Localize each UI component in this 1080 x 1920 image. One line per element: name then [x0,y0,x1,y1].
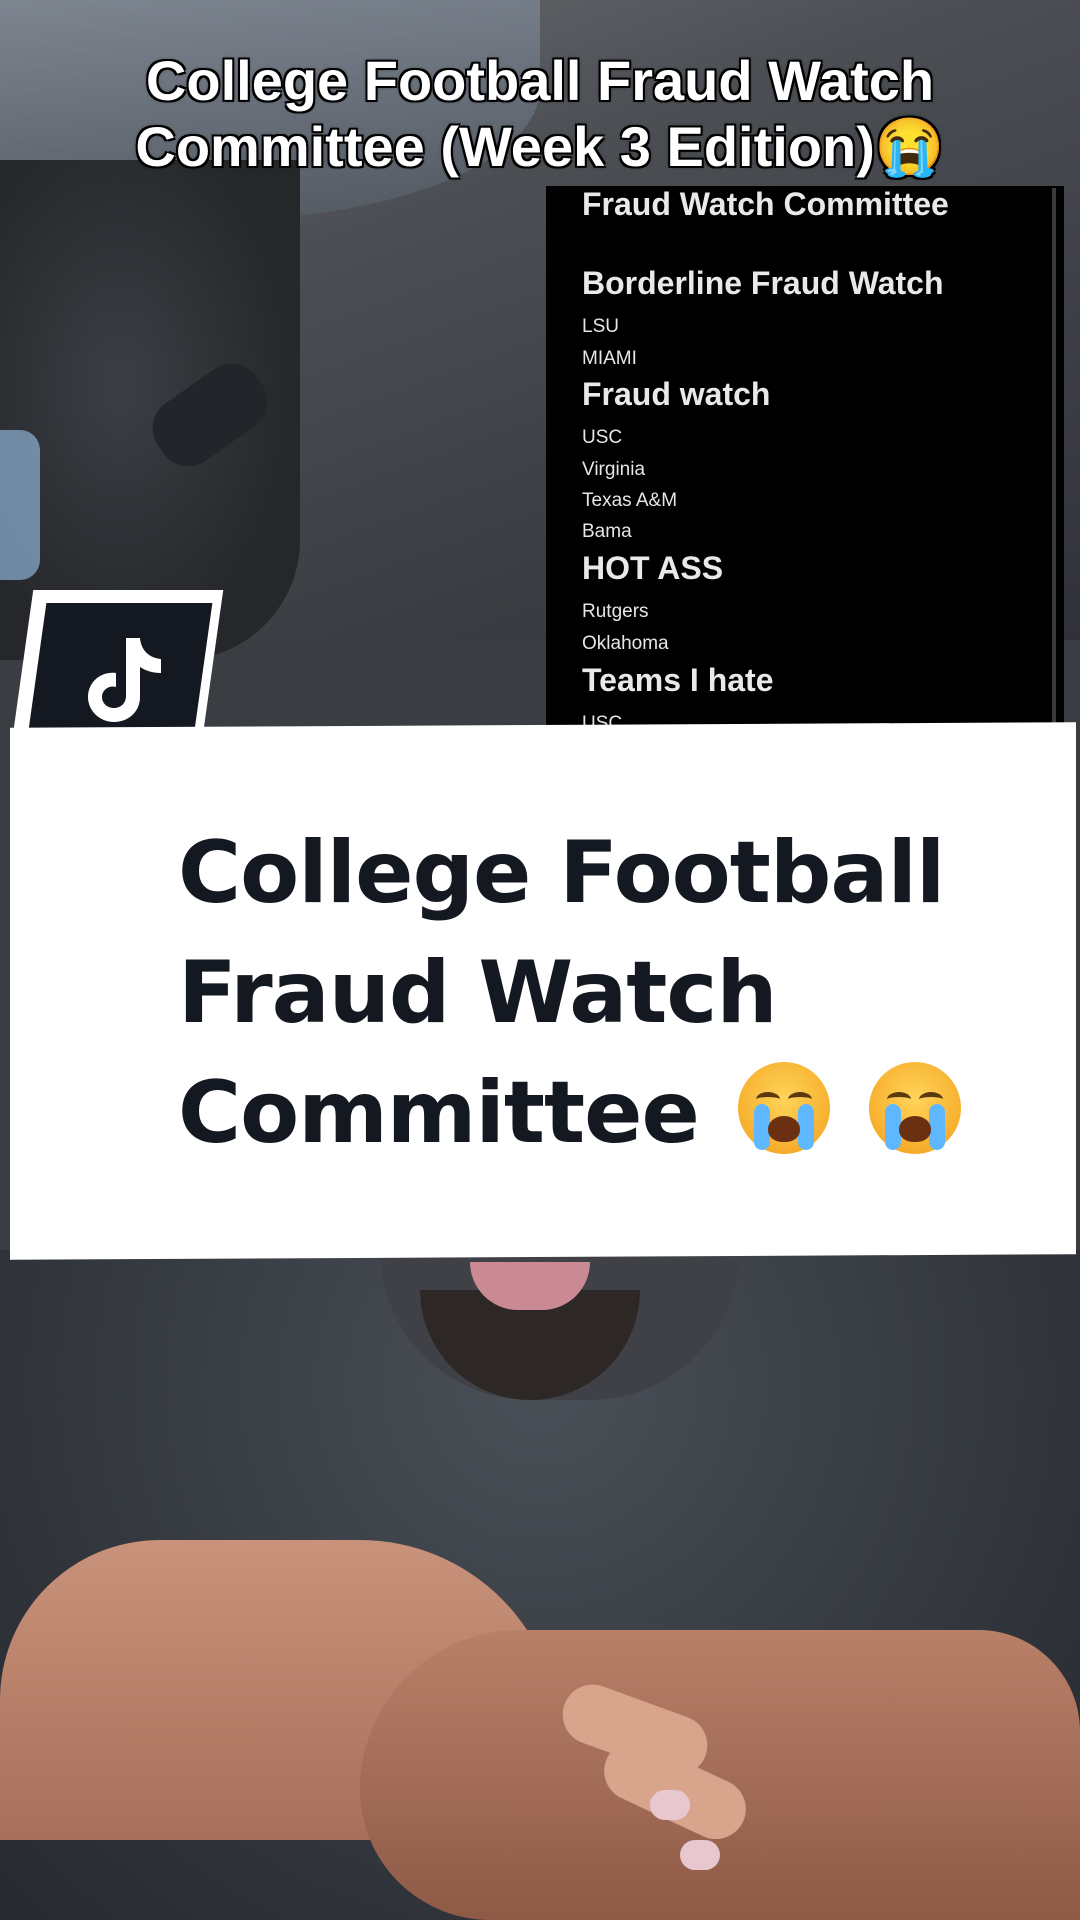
list-item: MIAMI [582,348,637,369]
list-item: Texas A&M [582,490,678,511]
crying-face-icon [868,1062,961,1154]
crying-face-icon [737,1062,830,1154]
headline-line-3: Committee [178,1063,700,1163]
list-item: Virginia [582,459,646,480]
caption-line-1: College Football Fraud Watch [145,49,935,112]
person-hand-right [360,1630,1080,1920]
list-item: Oklahoma [582,633,669,654]
list-item: USC [582,427,623,448]
fingernail [680,1840,720,1870]
window-sky [0,430,40,580]
headline-line-3-wrap: Committee [178,1053,1038,1173]
section-heading-hot-ass: HOT ASS [582,550,724,586]
section-heading-fraud-watch: Fraud watch [582,376,771,412]
fingernail [650,1790,690,1820]
section-heading-teams-i-hate: Teams I hate [582,662,774,698]
notes-title: Fraud Watch Committee [582,186,949,222]
headline-title: College Football Fraud Watch Committee [178,813,1038,1173]
headline-line-1: College Football [178,823,945,923]
video-caption: College Football Fraud Watch Committee (… [80,48,1000,180]
section-heading-borderline: Borderline Fraud Watch [582,265,944,301]
notes-scrollbar[interactable] [1052,188,1056,724]
notes-panel: Fraud Watch Committee Borderline Fraud W… [546,186,1064,726]
list-item: Rutgers [582,601,649,622]
list-item: LSU [582,316,619,337]
caption-line-2: Committee (Week 3 Edition)😭 [135,115,945,178]
list-item: Bama [582,521,632,542]
headline-line-2: Fraud Watch [178,943,778,1043]
tiktok-icon [88,638,161,722]
